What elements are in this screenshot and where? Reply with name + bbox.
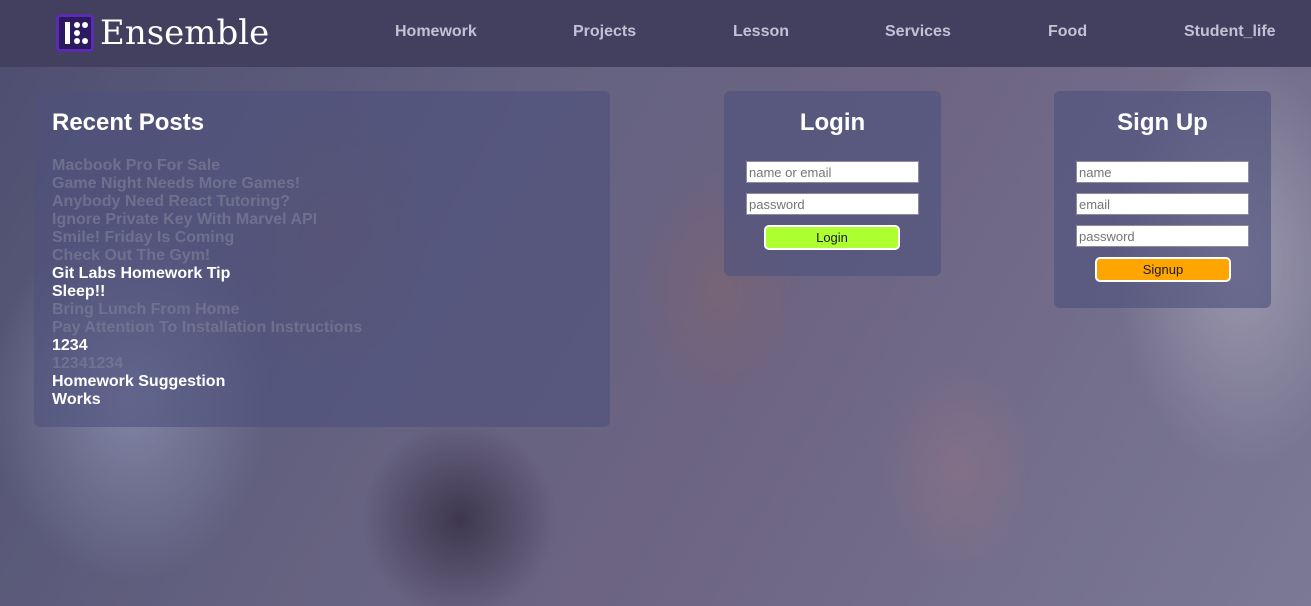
signup-title: Sign Up (1117, 109, 1208, 136)
nav-homework[interactable]: Homework (395, 23, 477, 41)
post-link[interactable]: Bring Lunch From Home (52, 301, 362, 319)
main-nav: Homework Projects Lesson Services Food S… (0, 0, 1311, 67)
post-link[interactable]: Sleep!! (52, 283, 362, 301)
login-title: Login (799, 109, 866, 136)
post-link[interactable]: 1234 (52, 337, 362, 355)
post-link[interactable]: Macbook Pro For Sale (52, 157, 362, 175)
signup-panel: Sign Up Signup (1054, 91, 1271, 308)
post-link[interactable]: Smile! Friday Is Coming (52, 229, 362, 247)
login-identity-input[interactable] (746, 161, 919, 183)
post-link[interactable]: Ignore Private Key With Marvel API (52, 211, 362, 229)
post-link[interactable]: Check Out The Gym! (52, 247, 362, 265)
post-link[interactable]: 12341234 (52, 355, 362, 373)
post-link[interactable]: Works (52, 391, 362, 409)
login-button[interactable]: Login (764, 225, 900, 250)
signup-name-input[interactable] (1076, 161, 1249, 183)
signup-email-input[interactable] (1076, 193, 1249, 215)
post-link[interactable]: Pay Attention To Installation Instructio… (52, 319, 362, 337)
nav-services[interactable]: Services (885, 23, 951, 41)
post-link[interactable]: Git Labs Homework Tip (52, 265, 362, 283)
nav-projects[interactable]: Projects (573, 23, 636, 41)
nav-student-life[interactable]: Student_life (1184, 23, 1276, 41)
signup-button[interactable]: Signup (1095, 257, 1231, 282)
login-password-input[interactable] (746, 193, 919, 215)
nav-lesson[interactable]: Lesson (733, 23, 789, 41)
login-panel: Login Login (724, 91, 941, 276)
nav-food[interactable]: Food (1048, 23, 1087, 41)
top-navbar: Ensemble Homework Projects Lesson Servic… (0, 0, 1311, 67)
recent-posts-panel: Recent Posts Macbook Pro For Sale Game N… (34, 91, 610, 427)
recent-posts-title: Recent Posts (52, 109, 205, 136)
recent-posts-list: Macbook Pro For Sale Game Night Needs Mo… (52, 157, 362, 409)
post-link[interactable]: Game Night Needs More Games! (52, 175, 362, 193)
post-link[interactable]: Anybody Need React Tutoring? (52, 193, 362, 211)
post-link[interactable]: Homework Suggestion (52, 373, 362, 391)
signup-password-input[interactable] (1076, 225, 1249, 247)
